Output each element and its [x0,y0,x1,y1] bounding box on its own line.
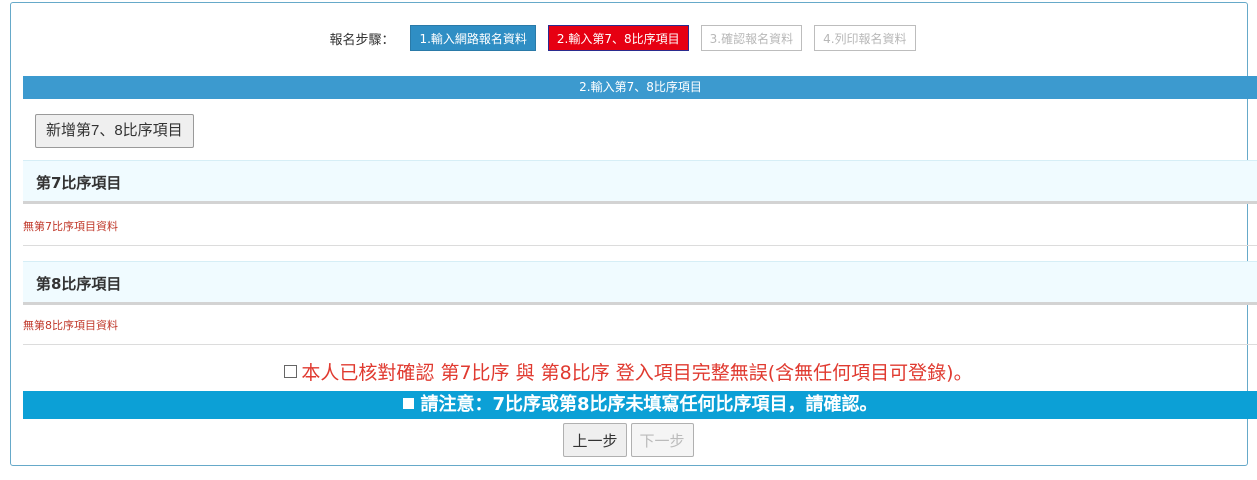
confirm-row: 本人已核對確認 第7比序 與 第8比序 登入項目完整無誤(含無任何項目可登錄)。 [0,360,1257,386]
section-8-empty-message: 無第8比序項目資料 [23,307,1257,345]
steps-label: 報名步驟： [329,32,395,48]
notice-text: 請注意：7比序或第8比序未填寫任何比序項目，請確認。 [420,394,878,415]
previous-button[interactable]: 上一步 [563,423,627,457]
add-item-button[interactable]: 新增第7、8比序項目 [35,114,194,148]
next-button[interactable]: 下一步 [630,423,694,457]
confirm-checkbox[interactable] [284,365,298,378]
section-7-empty-message: 無第7比序項目資料 [23,208,1257,246]
section-8-heading: 第8比序項目 [23,261,1257,305]
confirm-label[interactable]: 本人已核對確認 第7比序 與 第8比序 登入項目完整無誤(含無任何項目可登錄)。 [301,362,972,384]
navigation-buttons: 上一步 下一步 [0,423,1257,457]
section-7-heading: 第7比序項目 [23,160,1257,204]
step-1-button[interactable]: 1.輸入網路報名資料 [410,25,536,51]
page-title: 2.輸入第7、8比序項目 [23,76,1257,99]
step-3-button[interactable]: 3.確認報名資料 [700,25,803,51]
step-2-button[interactable]: 2.輸入第7、8比序項目 [547,25,689,51]
notice-bar: 請注意：7比序或第8比序未填寫任何比序項目，請確認。 [23,391,1257,419]
notice-square-icon [403,397,415,409]
step-indicator: 報名步驟： 1.輸入網路報名資料 2.輸入第7、8比序項目 3.確認報名資料 4… [0,24,1257,52]
step-4-button[interactable]: 4.列印報名資料 [814,25,916,51]
